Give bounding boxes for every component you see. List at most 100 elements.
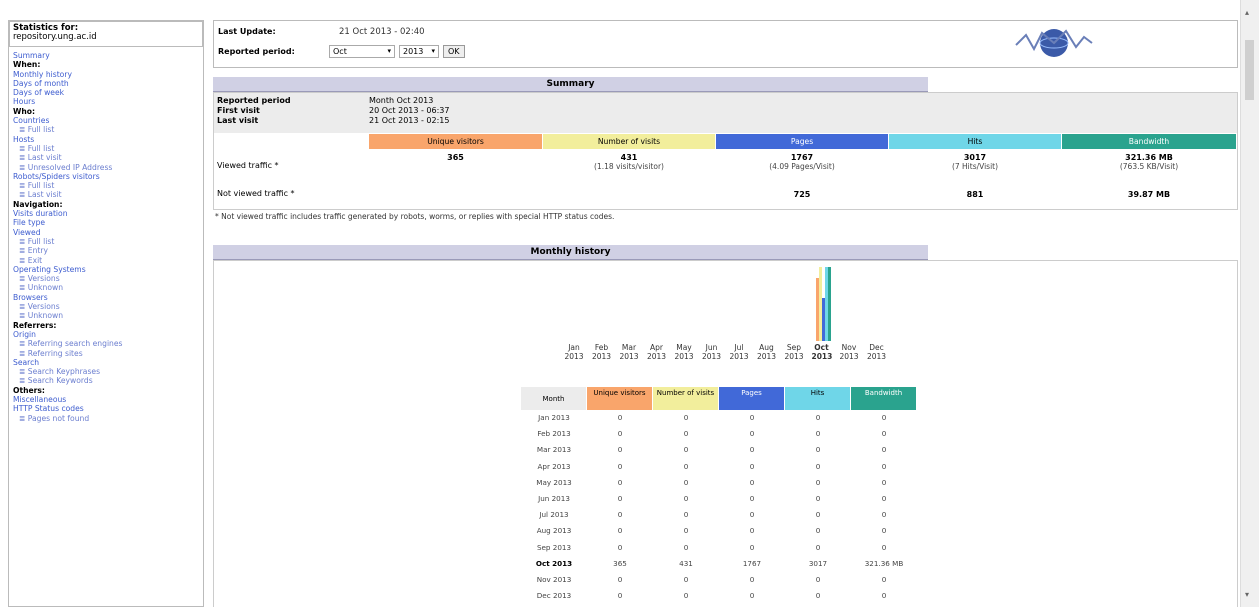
not-viewed-traffic-label: Not viewed traffic *: [217, 189, 295, 198]
monthly-history-panel: Jan 2013 Feb 2013 Mar 2013 Apr 2013 May 2013 Jun 20…: [213, 260, 1238, 607]
table-cell-bandwidth: 0: [881, 542, 887, 552]
year-select[interactable]: 2013 ▾: [399, 45, 439, 58]
table-cell-visits: 0: [683, 591, 689, 601]
month-axis-label: Aug 2013: [756, 343, 777, 361]
month-axis-label: Oct 2013: [811, 343, 833, 361]
vertical-scrollbar[interactable]: ▴ ▾: [1240, 0, 1259, 607]
month-axis-label: Jan 2013: [564, 343, 584, 361]
summary-title: Summary: [213, 77, 928, 92]
sidebar-section-heading: Who:: [13, 106, 36, 116]
sidebar-section-heading: Referrers:: [13, 320, 57, 330]
sidebar-item[interactable]: Monthly history: [13, 70, 199, 79]
sidebar-item[interactable]: Operating Systems: [13, 265, 199, 274]
table-cell-month: Oct 2013: [535, 558, 573, 568]
summary-panel: Reported period Month Oct 2013 First vis…: [213, 92, 1238, 210]
viewed-pages: 1767 (4.09 Pages/Visit): [769, 153, 835, 171]
viewed-traffic-label: Viewed traffic *: [217, 161, 279, 170]
awstats-logo-icon: [1015, 29, 1093, 57]
sidebar-item[interactable]: ≣ Referring sites: [13, 349, 199, 358]
sidebar-item[interactable]: Hours: [13, 97, 199, 106]
sidebar-item[interactable]: ≣ Versions: [13, 274, 199, 283]
sidebar-item[interactable]: File type: [13, 218, 199, 227]
sidebar-item[interactable]: ≣ Unknown: [13, 283, 199, 292]
sidebar-item[interactable]: Viewed: [13, 228, 199, 237]
last-update-label: Last Update:: [218, 27, 276, 36]
sidebar-item[interactable]: Visits duration: [13, 209, 199, 218]
table-cell-bandwidth: 0: [881, 413, 887, 422]
scroll-up-icon[interactable]: ▴: [1245, 8, 1249, 17]
sidebar-item[interactable]: ≣ Search Keywords: [13, 376, 199, 385]
table-cell-month: Jan 2013: [538, 413, 570, 422]
col-number-of-visits: Number of visits: [543, 134, 715, 149]
sidebar-item[interactable]: ≣ Full list: [13, 144, 199, 153]
viewed-visits: 431 (1.18 visits/visitor): [594, 153, 664, 171]
table-cell-pages: 0: [749, 510, 755, 520]
table-cell-month: May 2013: [536, 477, 572, 487]
summary-footnote: * Not viewed traffic includes traffic ge…: [215, 212, 615, 221]
sidebar-item[interactable]: ≣ Last visit: [13, 153, 199, 162]
col-pages: Pages: [716, 134, 888, 149]
reported-period-label: Reported period:: [218, 47, 295, 56]
sidebar-section-heading: When:: [13, 60, 41, 70]
sidebar-item[interactable]: ≣ Pages not found: [13, 414, 199, 423]
sidebar: Statistics for: repository.ung.ac.id Sum…: [8, 20, 204, 607]
table-cell-unique: 0: [617, 591, 623, 601]
sidebar-item[interactable]: ≣ Referring search engines: [13, 339, 199, 348]
table-cell-bandwidth: 0: [881, 445, 887, 455]
month-select[interactable]: Oct ▾: [329, 45, 395, 58]
month-axis-label: Apr 2013: [646, 343, 667, 361]
table-cell-hits: 3017: [808, 558, 828, 568]
sidebar-item[interactable]: ≣ Full list: [13, 181, 199, 190]
site-name: repository.ung.ac.id: [13, 32, 97, 43]
table-cell-bandwidth: 321.36 MB: [864, 558, 904, 568]
scroll-down-icon[interactable]: ▾: [1245, 590, 1249, 599]
table-cell-visits: 0: [683, 429, 689, 439]
table-cell-unique: 0: [617, 461, 623, 471]
table-cell-unique: 0: [617, 526, 623, 536]
sidebar-item[interactable]: Summary: [13, 51, 199, 60]
sidebar-item[interactable]: Hosts: [13, 135, 199, 144]
col-unique-visitors: Unique visitors: [369, 134, 542, 149]
sidebar-item[interactable]: ≣ Entry: [13, 246, 199, 255]
sidebar-item[interactable]: ≣ Full list: [13, 125, 199, 134]
sidebar-item[interactable]: Browsers: [13, 293, 199, 302]
table-cell-visits: 0: [683, 526, 689, 536]
sidebar-item[interactable]: Days of month: [13, 79, 199, 88]
month-axis-label: Jul 2013: [729, 343, 749, 361]
sidebar-item[interactable]: ≣ Exit: [13, 256, 199, 265]
sidebar-item[interactable]: Miscellaneous: [13, 395, 199, 404]
col-bandwidth: Bandwidth: [1062, 134, 1236, 149]
table-cell-hits: 0: [815, 429, 821, 439]
sidebar-menu: Summary When: Monthly history Days of month…: [13, 51, 199, 423]
month-axis-label: May 2013: [674, 343, 694, 361]
table-cell-bandwidth: 0: [881, 477, 887, 487]
table-cell-unique: 0: [617, 542, 623, 552]
not-viewed-bandwidth: 39.87 MB: [1127, 190, 1171, 199]
month-axis-label: Nov 2013: [839, 343, 859, 361]
sidebar-item[interactable]: ≣ Search Keyphrases: [13, 367, 199, 376]
scroll-thumb[interactable]: [1245, 40, 1254, 100]
sidebar-item[interactable]: ≣ Unknown: [13, 311, 199, 320]
table-cell-visits: 0: [683, 477, 689, 487]
sidebar-item[interactable]: ≣ Versions: [13, 302, 199, 311]
monthly-table: Month Unique visitors Number of visits Page…: [521, 387, 931, 607]
sidebar-item[interactable]: Origin: [13, 330, 199, 339]
month-axis-labels: Jan 2013 Feb 2013 Mar 2013 Apr 2013 May 2013 Jun 20…: [561, 343, 891, 365]
sidebar-item[interactable]: ≣ Unresolved IP Address: [13, 163, 199, 172]
sidebar-item[interactable]: Countries: [13, 116, 199, 125]
chevron-down-icon: ▾: [387, 47, 391, 55]
sidebar-item[interactable]: Robots/Spiders visitors: [13, 172, 199, 181]
awstats-page: Statistics for: repository.ung.ac.id Sum…: [0, 0, 1259, 607]
table-cell-visits: 0: [683, 494, 689, 503]
sidebar-item[interactable]: HTTP Status codes: [13, 404, 199, 413]
table-cell-pages: 0: [749, 413, 755, 422]
table-cell-month: Nov 2013: [536, 575, 572, 584]
chevron-down-icon: ▾: [431, 47, 435, 55]
sidebar-item[interactable]: ≣ Last visit: [13, 190, 199, 199]
sidebar-item[interactable]: ≣ Full list: [13, 237, 199, 246]
ok-button[interactable]: OK: [443, 45, 465, 58]
sidebar-item[interactable]: Days of week: [13, 88, 199, 97]
month-axis-label: Dec 2013: [866, 343, 887, 361]
sum-reported-value: Month Oct 2013: [369, 96, 434, 105]
sidebar-item[interactable]: Search: [13, 358, 199, 367]
